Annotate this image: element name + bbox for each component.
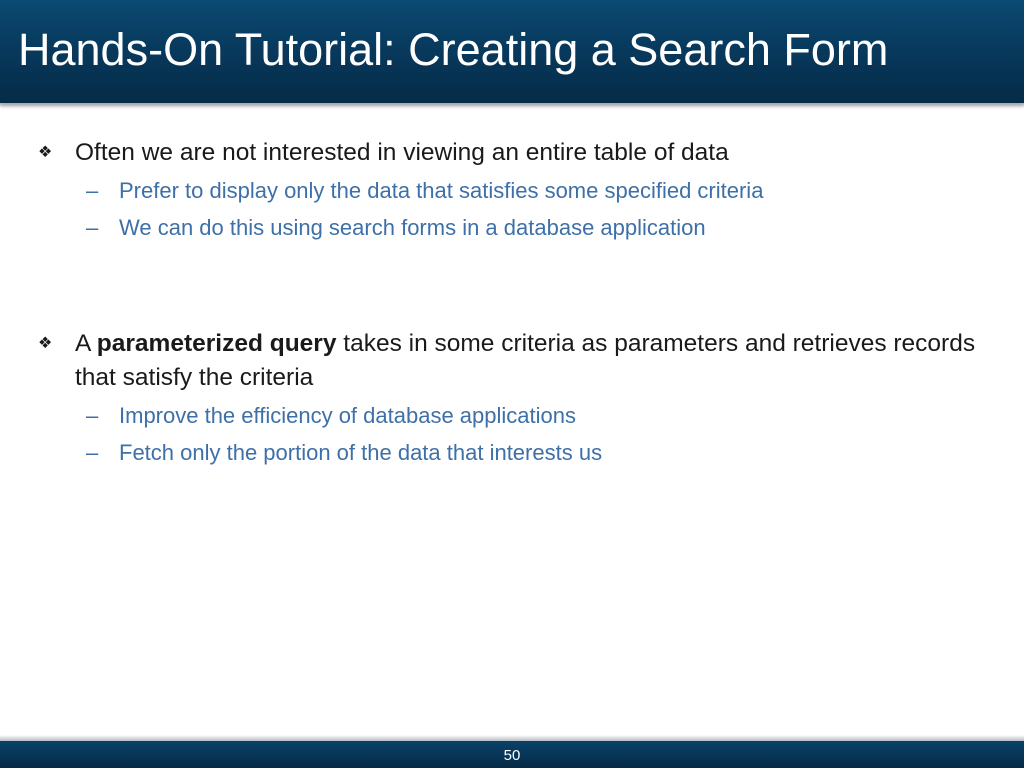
footer-bar: 50 xyxy=(0,735,1024,768)
diamond-bullet-icon: ❖ xyxy=(38,335,53,352)
bullet-group-2: ❖ A parameterized query takes in some cr… xyxy=(38,327,978,471)
title-bar: Hands-On Tutorial: Creating a Search For… xyxy=(0,0,1024,107)
sub-item-text: Prefer to display only the data that sat… xyxy=(119,178,764,203)
bullet-text: Often we are not interested in viewing a… xyxy=(75,139,729,166)
sub-item-text: We can do this using search forms in a d… xyxy=(119,215,706,240)
sub-list: – Prefer to display only the data that s… xyxy=(38,172,978,246)
diamond-bullet-icon: ❖ xyxy=(38,144,53,161)
dash-bullet-icon: – xyxy=(86,403,99,428)
bullet-text-bold: parameterized query xyxy=(96,330,337,357)
bullet-item: ❖ A parameterized query takes in some cr… xyxy=(38,327,978,395)
sub-list: – Improve the efficiency of database app… xyxy=(38,397,978,471)
sub-item: – We can do this using search forms in a… xyxy=(38,209,978,246)
bullet-text-prefix: A xyxy=(75,330,97,357)
slide-title: Hands-On Tutorial: Creating a Search For… xyxy=(18,24,889,75)
page-number: 50 xyxy=(503,747,521,764)
dash-bullet-icon: – xyxy=(86,178,99,203)
sub-item-text: Fetch only the portion of the data that … xyxy=(119,440,603,465)
sub-item: – Fetch only the portion of the data tha… xyxy=(38,434,978,471)
sub-item-text: Improve the efficiency of database appli… xyxy=(119,403,576,428)
bullet-group-1: ❖ Often we are not interested in viewing… xyxy=(38,136,978,246)
sub-item: – Prefer to display only the data that s… xyxy=(38,172,978,209)
sub-item: – Improve the efficiency of database app… xyxy=(38,397,978,434)
dash-bullet-icon: – xyxy=(86,215,99,240)
slide-content: ❖ Often we are not interested in viewing… xyxy=(38,136,978,471)
dash-bullet-icon: – xyxy=(86,440,99,465)
bullet-item: ❖ Often we are not interested in viewing… xyxy=(38,136,978,170)
